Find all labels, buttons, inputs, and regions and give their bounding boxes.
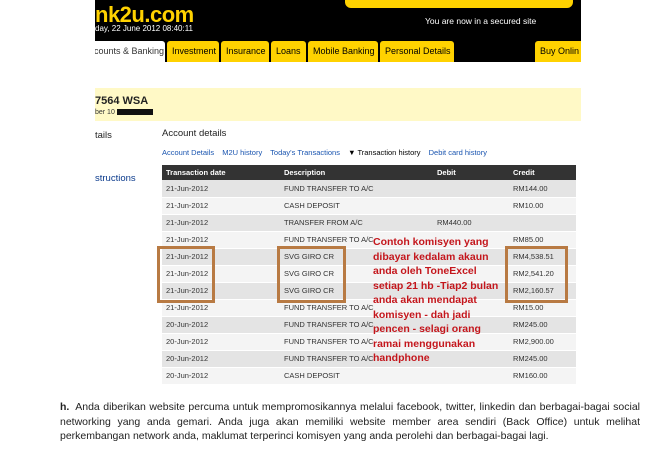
cell-date: 21-Jun-2012 xyxy=(162,197,280,215)
paragraph-text: Anda diberikan website percuma untuk mem… xyxy=(60,401,640,442)
paragraph-label: h. xyxy=(60,401,70,413)
tab-investment[interactable]: Investment xyxy=(167,41,219,62)
cell-credit: RM144.00 xyxy=(509,180,576,198)
tab-loans[interactable]: Loans xyxy=(271,41,306,62)
banking-screenshot: nk2u.com day, 22 June 2012 08:40:11 You … xyxy=(95,0,581,395)
header-debit: Debit xyxy=(433,165,509,180)
description-paragraph: h. Anda diberikan website percuma untuk … xyxy=(60,400,640,444)
account-subline-text: ber 10 xyxy=(95,109,115,116)
cell-description: CASH DEPOSIT xyxy=(280,367,433,385)
table-row: 20-Jun-2012 FUND TRANSFER TO A/C RM245.00 xyxy=(162,316,576,334)
highlight-box-dates xyxy=(157,246,215,303)
cell-date: 21-Jun-2012 xyxy=(162,214,280,232)
current-datetime: day, 22 June 2012 08:40:11 xyxy=(95,24,194,33)
highlight-box-descriptions xyxy=(277,246,346,303)
table-row: 21-Jun-2012 CASH DEPOSIT RM10.00 xyxy=(162,197,576,215)
highlight-box-credits xyxy=(505,246,568,303)
main-nav: counts & Banking Investment Insurance Lo… xyxy=(95,38,581,62)
cell-date: 21-Jun-2012 xyxy=(162,180,280,198)
tab-accounts-banking[interactable]: counts & Banking xyxy=(95,41,165,62)
tab-personal-details[interactable]: Personal Details xyxy=(380,41,454,62)
account-number: 7564 WSA xyxy=(95,95,149,107)
section-title: Account details xyxy=(162,128,227,139)
page: nk2u.com day, 22 June 2012 08:40:11 You … xyxy=(0,0,654,459)
subnav-todays-transactions[interactable]: Today's Transactions xyxy=(270,148,340,157)
subnav-account-details[interactable]: Account Details xyxy=(162,148,214,157)
header-transaction-date: Transaction date xyxy=(162,165,280,180)
cell-debit xyxy=(433,197,509,215)
cell-credit: RM2,900.00 xyxy=(509,333,576,351)
cell-debit: RM440.00 xyxy=(433,214,509,232)
cell-credit: RM245.00 xyxy=(509,316,576,334)
commission-note: Contoh komisyen yang dibayar kedalam aka… xyxy=(373,236,499,364)
header-description: Description xyxy=(280,165,433,180)
tab-buy-online[interactable]: Buy Onlin xyxy=(535,41,581,62)
site-header: nk2u.com day, 22 June 2012 08:40:11 You … xyxy=(95,0,581,38)
cell-credit: RM10.00 xyxy=(509,197,576,215)
cell-date: 20-Jun-2012 xyxy=(162,333,280,351)
cell-description: TRANSFER FROM A/C xyxy=(280,214,433,232)
sidebar-item-instructions[interactable]: structions xyxy=(95,173,136,184)
cell-debit xyxy=(433,180,509,198)
table-row: 20-Jun-2012 FUND TRANSFER TO A/C RM2,900.0… xyxy=(162,333,576,351)
cell-date: 20-Jun-2012 xyxy=(162,350,280,368)
table-row: 20-Jun-2012 FUND TRANSFER TO A/C RM245.00 xyxy=(162,350,576,368)
redacted-mask xyxy=(116,109,153,116)
cell-debit xyxy=(433,367,509,385)
header-credit: Credit xyxy=(509,165,576,180)
cell-date: 20-Jun-2012 xyxy=(162,367,280,385)
cell-description: FUND TRANSFER TO A/C xyxy=(280,180,433,198)
account-bar: 7564 WSA ber 10 xyxy=(95,88,581,121)
secured-site-notice: You are now in a secured site xyxy=(425,16,537,26)
cell-date: 20-Jun-2012 xyxy=(162,316,280,334)
table-row: 20-Jun-2012 CASH DEPOSIT RM160.00 xyxy=(162,367,576,385)
subnav-m2u-history[interactable]: M2U history xyxy=(222,148,262,157)
table-row: 21-Jun-2012 FUND TRANSFER TO A/C RM144.00 xyxy=(162,180,576,198)
subnav-debit-card-history[interactable]: Debit card history xyxy=(429,148,487,157)
header-tab-strip xyxy=(345,0,573,8)
account-subline: ber 10 xyxy=(95,109,153,116)
cell-description: CASH DEPOSIT xyxy=(280,197,433,215)
sub-nav: Account Details M2U history Today's Tran… xyxy=(162,148,493,157)
table-header-row: Transaction date Description Debit Credi… xyxy=(162,165,576,180)
tab-mobile-banking[interactable]: Mobile Banking xyxy=(308,41,378,62)
sidebar-item-details[interactable]: tails xyxy=(95,130,112,141)
table-row: 21-Jun-2012 TRANSFER FROM A/C RM440.00 xyxy=(162,214,576,232)
tab-insurance[interactable]: Insurance xyxy=(221,41,269,62)
cell-credit: RM245.00 xyxy=(509,350,576,368)
cell-credit xyxy=(509,214,576,232)
subnav-transaction-history[interactable]: ▼ Transaction history xyxy=(348,148,420,157)
cell-credit: RM160.00 xyxy=(509,367,576,385)
